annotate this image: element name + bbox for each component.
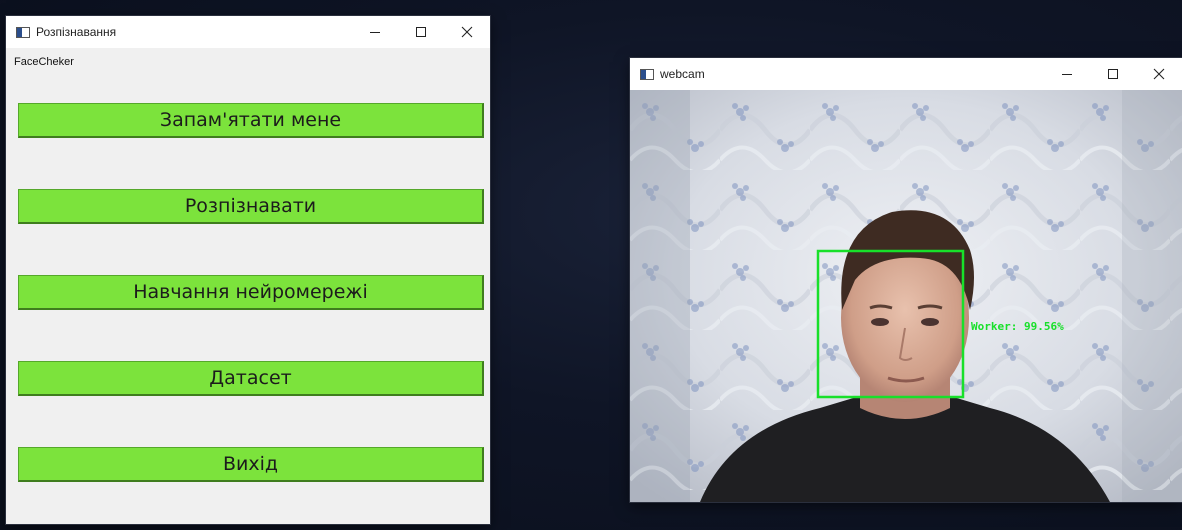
minimize-icon <box>1062 74 1072 75</box>
app-caption: FaceCheker <box>14 56 74 68</box>
app-window-icon <box>16 26 30 38</box>
minimize-icon <box>370 32 380 33</box>
webcam-feed: Worker: 99.56% <box>630 90 1182 502</box>
recognition-window: Розпізнавання FaceCheker Запам'ятати мен… <box>6 16 490 524</box>
webcam-maximize-button[interactable] <box>1090 58 1136 90</box>
detection-label: Worker: 99.56% <box>971 320 1064 333</box>
app-window-icon <box>640 68 654 80</box>
close-button[interactable] <box>444 16 490 48</box>
recognition-window-title: Розпізнавання <box>36 25 117 39</box>
maximize-button[interactable] <box>398 16 444 48</box>
webcam-minimize-button[interactable] <box>1044 58 1090 90</box>
webcam-window: webcam Worker: 99.56% <box>630 58 1182 502</box>
recognition-titlebar[interactable]: Розпізнавання <box>6 16 490 48</box>
recognize-button[interactable]: Розпізнавати <box>18 189 484 224</box>
webcam-titlebar[interactable]: webcam <box>630 58 1182 90</box>
maximize-icon <box>1108 69 1118 79</box>
webcam-close-button[interactable] <box>1136 58 1182 90</box>
maximize-icon <box>416 27 426 37</box>
close-icon <box>1153 68 1165 80</box>
close-icon <box>461 26 473 38</box>
train-network-button[interactable]: Навчання нейромережі <box>18 275 484 310</box>
remember-me-button[interactable]: Запам'ятати мене <box>18 103 484 138</box>
dataset-button[interactable]: Датасет <box>18 361 484 396</box>
exit-button[interactable]: Вихід <box>18 447 484 482</box>
minimize-button[interactable] <box>352 16 398 48</box>
webcam-window-title: webcam <box>660 67 705 81</box>
